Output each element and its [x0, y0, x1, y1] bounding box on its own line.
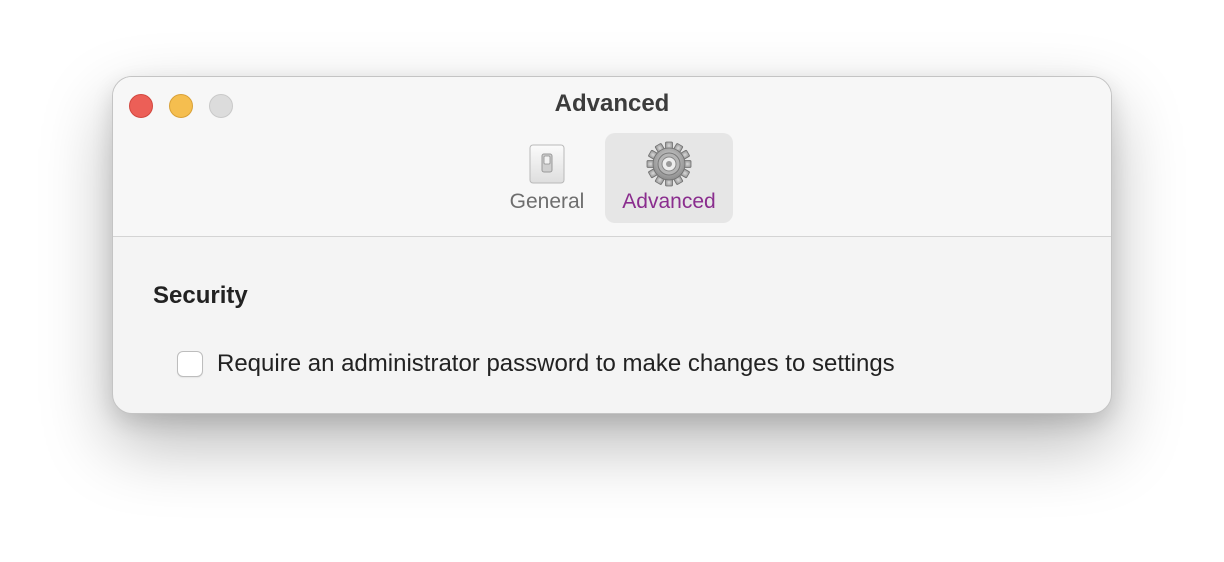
- tab-advanced-label: Advanced: [622, 190, 716, 213]
- admin-password-checkbox[interactable]: [177, 351, 203, 377]
- title-bar: Advanced General Advanced: [113, 77, 1111, 237]
- window-title: Advanced: [554, 90, 670, 117]
- tab-general-label: General: [509, 190, 585, 213]
- preferences-window: Advanced General Advanced Security Requi…: [112, 76, 1112, 414]
- tab-general[interactable]: General: [499, 133, 595, 223]
- tab-advanced[interactable]: Advanced: [605, 133, 733, 223]
- section-heading-security: Security: [153, 282, 248, 309]
- switch-icon: [529, 144, 565, 184]
- gear-icon: [646, 141, 692, 187]
- admin-password-label: Require an administrator password to mak…: [217, 350, 895, 377]
- admin-password-option[interactable]: Require an administrator password to mak…: [177, 349, 895, 379]
